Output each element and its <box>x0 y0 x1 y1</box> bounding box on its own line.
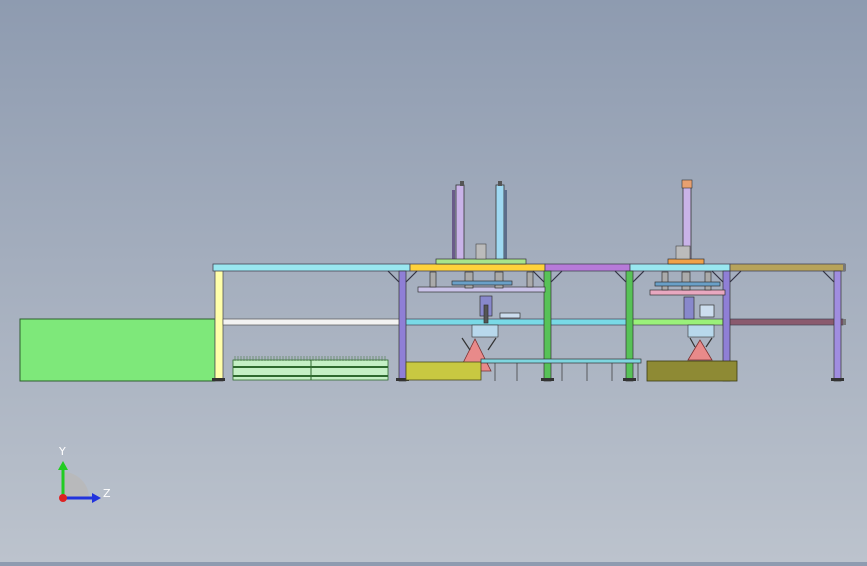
top-beam-end-cap <box>843 264 846 271</box>
triad-z-label: Z <box>103 487 111 500</box>
machine-drawing: Y Z <box>19 179 846 503</box>
left-frame-post <box>214 269 224 382</box>
roller-bed <box>232 356 389 381</box>
left-olive-box <box>405 361 482 381</box>
mid-beam-green <box>627 318 724 326</box>
left-gripper-carriage <box>417 271 546 324</box>
right-olive-box <box>646 360 738 382</box>
left-lift-columns <box>435 181 527 265</box>
triad-y-label: Y <box>58 445 66 458</box>
mid-beam-cyan <box>400 318 549 326</box>
corner-braces <box>387 270 835 283</box>
right-lift-column <box>667 179 705 265</box>
mid-beam-cyan-2 <box>547 318 629 326</box>
axis-triad[interactable]: Y Z <box>58 445 111 503</box>
right-lower-gripper <box>687 324 715 361</box>
mid-beam-white <box>222 318 402 326</box>
cad-viewport[interactable]: Y Z <box>0 0 867 562</box>
triad-origin <box>59 494 67 502</box>
mid-beam-maroon <box>722 318 844 326</box>
post-purple-3 <box>833 270 842 382</box>
triad-xy-quadrant <box>63 472 89 498</box>
top-beam-left <box>212 263 411 272</box>
top-beam-cyan-right <box>629 263 731 272</box>
top-beam-purple <box>544 263 631 272</box>
right-gripper-carriage <box>649 271 726 320</box>
triad-z-arrow <box>92 493 101 503</box>
low-table <box>480 358 642 381</box>
mid-beam-end-cap <box>843 319 846 325</box>
post-purple-1 <box>398 270 407 382</box>
triad-y-arrow <box>58 461 68 470</box>
top-beam-yellow <box>409 263 546 272</box>
post-green-2 <box>625 270 634 382</box>
left-conveyor-block <box>19 318 216 382</box>
top-beam-olive <box>729 263 846 272</box>
